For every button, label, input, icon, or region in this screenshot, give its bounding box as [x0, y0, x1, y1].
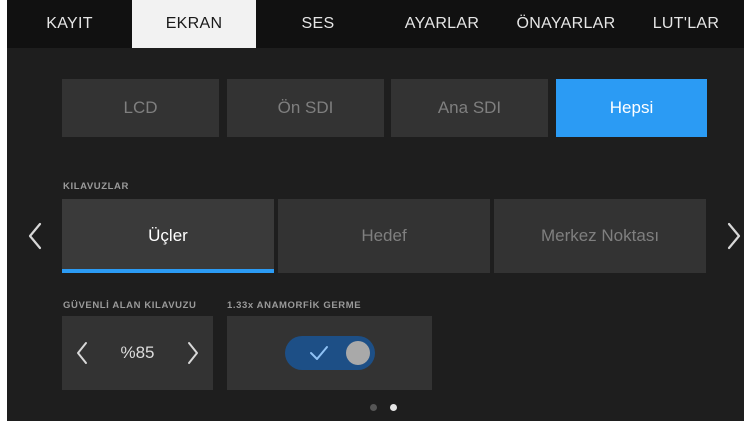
tab-monitor[interactable]: EKRAN [132, 0, 256, 48]
tab-record[interactable]: KAYIT [7, 0, 132, 48]
guides-label: KILAVUZLAR [63, 181, 129, 192]
chevron-left-icon [28, 222, 42, 250]
tab-setup[interactable]: AYARLAR [380, 0, 504, 48]
tab-luts[interactable]: LUT'LAR [628, 0, 744, 48]
anamorphic-desqueeze-label: 1.33x ANAMORFİK GERME [227, 300, 362, 311]
safe-area-increase-button[interactable] [186, 341, 200, 365]
chevron-left-icon [77, 342, 87, 364]
guide-target-button[interactable]: Hedef [278, 199, 490, 273]
tab-audio[interactable]: SES [256, 0, 380, 48]
display-target-all-button[interactable]: Hepsi [556, 79, 707, 137]
prev-page-button[interactable] [27, 222, 43, 250]
guide-center-point-button[interactable]: Merkez Noktası [494, 199, 706, 273]
next-page-button[interactable] [726, 222, 742, 250]
tab-presets[interactable]: ÖNAYARLAR [504, 0, 628, 48]
display-target-lcd-button[interactable]: LCD [62, 79, 219, 137]
page-dot-1[interactable] [370, 404, 377, 411]
anamorphic-control [227, 316, 432, 390]
toggle-knob [346, 341, 370, 365]
safe-area-control: %85 [62, 316, 213, 390]
selected-guide-indicator [62, 269, 274, 273]
guide-thirds-button[interactable]: Üçler [62, 199, 274, 273]
safe-area-decrease-button[interactable] [75, 341, 89, 365]
display-target-main-sdi-button[interactable]: Ana SDI [391, 79, 548, 137]
safe-area-guide-label: GÜVENLİ ALAN KILAVUZU [63, 300, 197, 311]
chevron-right-icon [188, 342, 198, 364]
safe-area-value: %85 [120, 343, 155, 362]
display-settings-screen: KAYIT EKRAN SES AYARLAR ÖNAYARLAR LUT'LA… [7, 0, 744, 421]
tab-bar: KAYIT EKRAN SES AYARLAR ÖNAYARLAR LUT'LA… [7, 0, 744, 48]
display-target-front-sdi-button[interactable]: Ön SDI [227, 79, 384, 137]
anamorphic-toggle[interactable] [285, 336, 375, 370]
check-icon [310, 346, 328, 360]
page-dot-2-active[interactable] [390, 404, 397, 411]
chevron-right-icon [727, 222, 741, 250]
